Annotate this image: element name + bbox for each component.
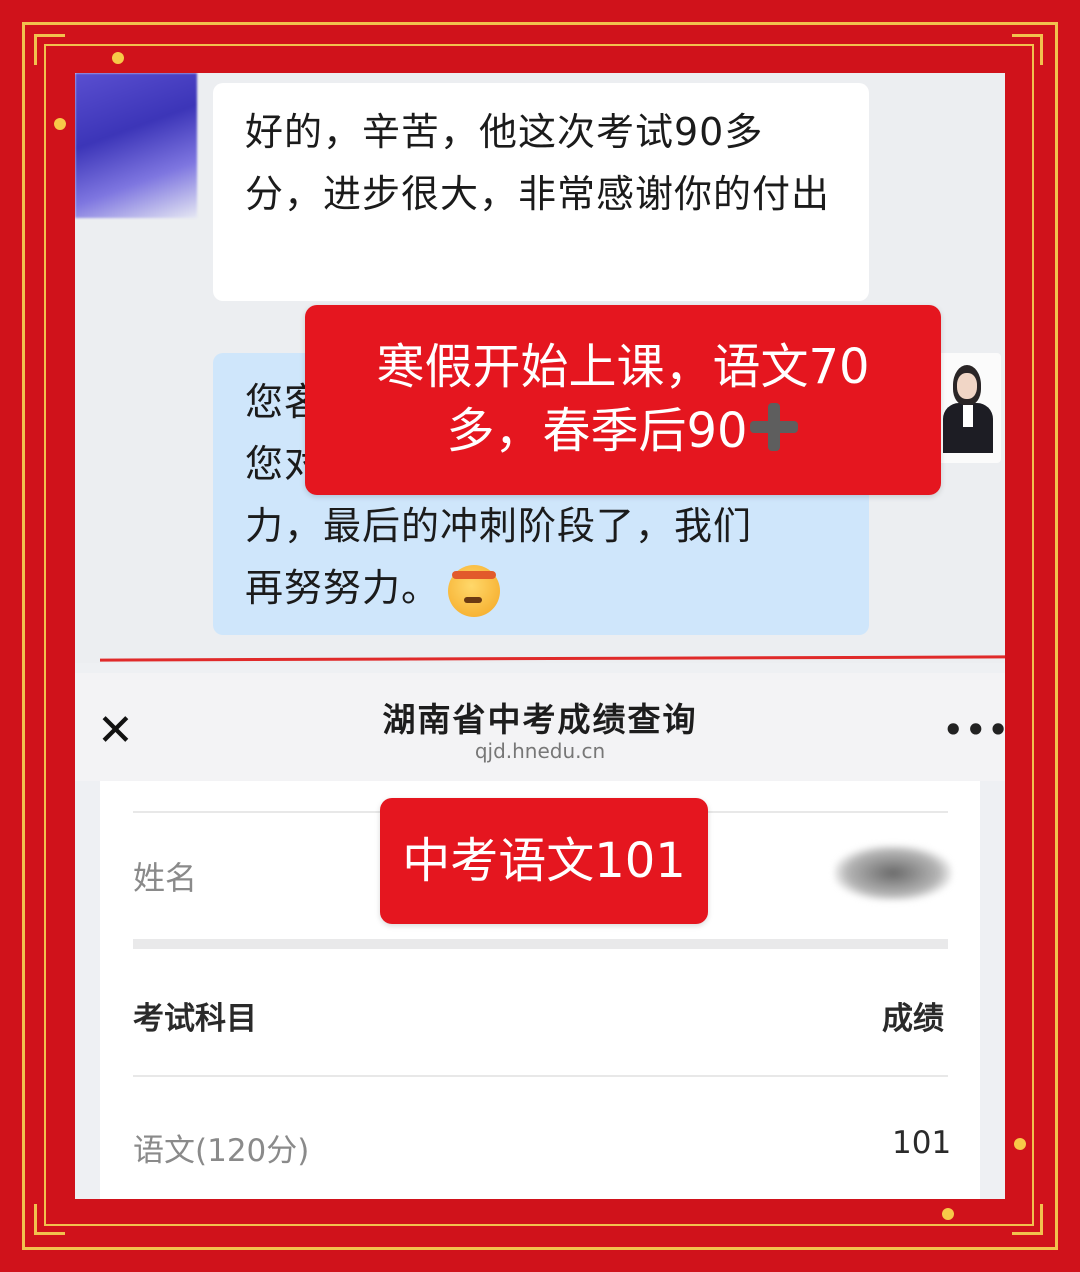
frame-dot-left (54, 118, 66, 130)
table-header-subject: 考试科目 (133, 1001, 257, 1037)
avatar-shirt (963, 405, 973, 427)
caption-line-1: 寒假开始上课，语文70 (376, 339, 870, 395)
screenshot-content: 好的，辛苦，他这次考试90多分，进步很大，非常感谢你的付出 您客 您对 力，最后… (75, 73, 1005, 1199)
outgoing-message-line-4-text: 再努努力。 (245, 566, 441, 610)
frame-dot-top (112, 52, 124, 64)
page-url: qjd.hnedu.cn (474, 739, 606, 763)
plus-icon (748, 401, 800, 453)
frame-corner-top-right (1012, 34, 1043, 65)
frame-corner-top-left (34, 34, 65, 65)
table-header-score: 成绩 (882, 1001, 944, 1037)
outgoing-message-line-3: 力，最后的冲刺阶段了，我们 (245, 504, 753, 548)
frame-dot-bottom (942, 1208, 954, 1220)
caption-label-score: 中考语文101 (380, 798, 708, 924)
caption-label-progress: 寒假开始上课，语文70 多，春季后90 (305, 305, 941, 495)
teacher-avatar[interactable] (935, 353, 1001, 463)
contact-avatar-blurred[interactable] (75, 73, 197, 218)
table-cell-subject: 语文(120分) (133, 1133, 310, 1169)
name-value-blurred (834, 845, 952, 901)
avatar-face (957, 373, 977, 399)
header-divider (133, 1075, 948, 1077)
section-divider (133, 939, 948, 949)
incoming-message-bubble[interactable]: 好的，辛苦，他这次考试90多分，进步很大，非常感谢你的付出 (213, 83, 869, 301)
incoming-message-text: 好的，辛苦，他这次考试90多分，进步很大，非常感谢你的付出 (245, 110, 831, 216)
caption-line-2-text: 多，春季后90 (446, 403, 748, 459)
page-title: 湖南省中考成绩查询 (382, 700, 698, 739)
score-page-header: ✕ 湖南省中考成绩查询 qjd.hnedu.cn ••• (75, 673, 1005, 781)
more-options-icon[interactable]: ••• (943, 711, 1005, 749)
table-cell-score: 101 (892, 1125, 952, 1161)
frame-corner-bottom-right (1012, 1204, 1043, 1235)
outgoing-message-line-4: 再努努力。 (245, 557, 837, 619)
name-label: 姓名 (133, 859, 198, 897)
frame-dot-right (1014, 1138, 1026, 1150)
frame-corner-bottom-left (34, 1204, 65, 1235)
determined-face-emoji-icon (448, 564, 501, 617)
caption-line-2: 多，春季后90 (305, 399, 941, 463)
